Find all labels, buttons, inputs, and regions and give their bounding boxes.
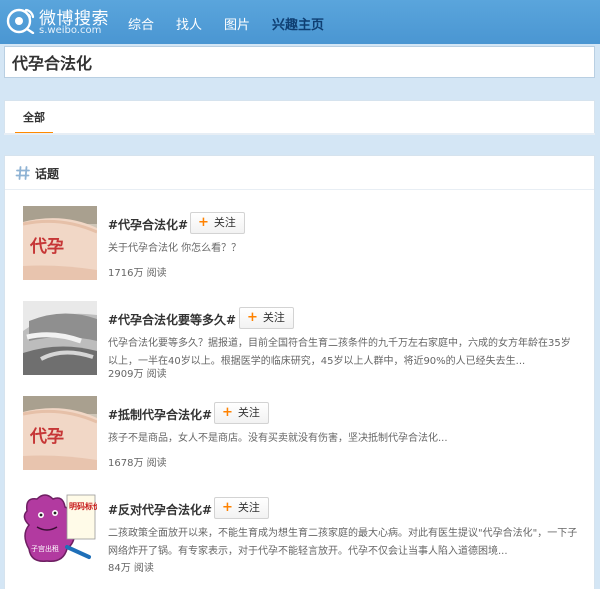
read-count: 1678万 阅读 — [108, 458, 167, 469]
read-count: 2909万 阅读 — [108, 369, 167, 380]
follow-button[interactable]: + 关注 — [214, 402, 269, 424]
follow-button[interactable]: + 关注 — [239, 307, 294, 329]
card-header: 话题 — [5, 156, 594, 190]
search-input[interactable] — [5, 47, 594, 77]
topic-description: 代孕合法化要等多久？据报道，目前全国符合生育二孩条件的九千万左右家庭中，六成的女… — [108, 338, 571, 367]
nav-item-people[interactable]: 找人 — [176, 14, 202, 33]
list-item: #代孕合法化要等多久# + 关注 代孕合法化要等多久？据报道，目前全国符合生育二孩… — [23, 301, 583, 381]
hash-icon — [15, 166, 30, 180]
tab-all[interactable]: 全部 — [15, 101, 53, 134]
tabs-divider — [4, 133, 595, 135]
topics-card: 话题 代孕 #代孕合法化# + 关注 关于代孕合法化 你怎么看？？ 1716万 阅… — [4, 155, 595, 589]
nav-item-comprehensive[interactable]: 综合 — [128, 14, 154, 33]
nav-item-images[interactable]: 图片 — [224, 14, 250, 33]
follow-button[interactable]: + 关注 — [190, 212, 245, 234]
list-item: 代孕 #代孕合法化# + 关注 关于代孕合法化 你怎么看？？ 1716万 阅读 — [23, 206, 583, 286]
weibo-logo-icon — [6, 8, 35, 34]
poster-tag-text: 子宫出租 — [31, 544, 59, 553]
search-box — [4, 46, 595, 78]
section-title: 话题 — [35, 167, 60, 181]
list-item: 代孕 #抵制代孕合法化# + 关注 孩子不是商品，女人不是商店。没有买卖就没有伤害… — [23, 396, 583, 476]
topic-title[interactable]: #代孕合法化要等多久# — [108, 311, 236, 328]
plus-icon: + — [222, 405, 233, 420]
topic-title[interactable]: #抵制代孕合法化# — [108, 406, 212, 423]
topic-thumbnail[interactable]: 明码标价 子宫出租 — [23, 491, 97, 565]
follow-label: 关注 — [213, 216, 236, 229]
topic-description: 二孩政策全面放开以来，不能生育成为想生育二孩家庭的最大心病。对此有医生提议"代孕… — [108, 528, 578, 557]
topic-thumbnail[interactable]: 代孕 — [23, 206, 97, 280]
belly-sign-text: 代孕 — [29, 236, 64, 257]
follow-label: 关注 — [237, 501, 260, 514]
topic-thumbnail[interactable]: 代孕 — [23, 396, 97, 470]
topic-description: 孩子不是商品，女人不是商店。没有买卖就没有伤害，坚决抵制代孕合法化... — [108, 433, 448, 444]
nav-item-interest-home[interactable]: 兴趣主页 — [272, 14, 324, 33]
top-bar: 微博搜索 s.weibo.com 综合 找人 图片 兴趣主页 — [0, 0, 600, 44]
plus-icon: + — [222, 500, 233, 515]
topic-thumbnail[interactable] — [23, 301, 97, 375]
topic-title[interactable]: #代孕合法化# — [108, 216, 188, 233]
plus-icon: + — [198, 215, 209, 230]
read-count: 1716万 阅读 — [108, 268, 167, 279]
weibo-search-logo[interactable]: 微博搜索 s.weibo.com — [6, 3, 109, 39]
follow-label: 关注 — [262, 311, 285, 324]
follow-button[interactable]: + 关注 — [214, 497, 269, 519]
topic-description: 关于代孕合法化 你怎么看？？ — [108, 243, 242, 254]
filter-tabs: 全部 — [4, 100, 595, 134]
follow-label: 关注 — [237, 406, 260, 419]
read-count: 84万 阅读 — [108, 563, 154, 574]
logo-url: s.weibo.com — [39, 25, 102, 36]
belly-sign-text: 代孕 — [29, 426, 64, 447]
list-item: 明码标价 子宫出租 #反对代孕合法化# + 关注 二孩政策全面放开以来，不能生育成… — [23, 491, 583, 574]
plus-icon: + — [247, 310, 258, 325]
topic-title[interactable]: #反对代孕合法化# — [108, 501, 212, 518]
poster-price-text: 明码标价 — [69, 501, 97, 511]
top-nav: 综合 找人 图片 兴趣主页 — [128, 14, 346, 33]
